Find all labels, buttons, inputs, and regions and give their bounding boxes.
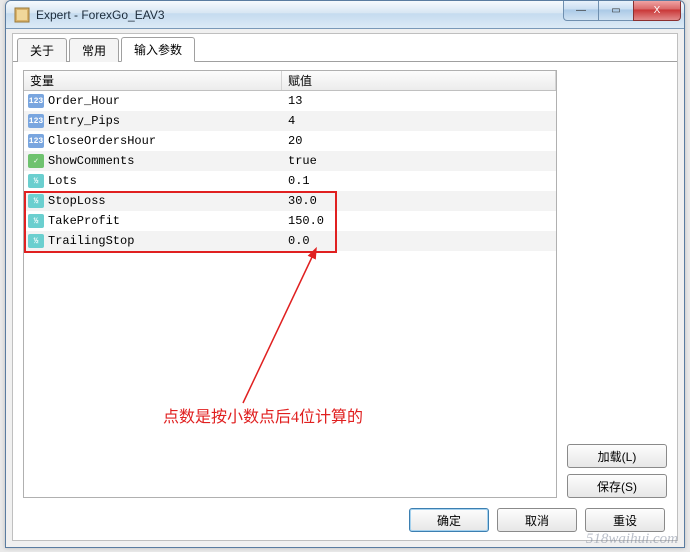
int-type-icon: 123 [28, 134, 44, 148]
param-value[interactable]: 0.1 [282, 171, 556, 191]
dbl-type-icon: ½ [28, 194, 44, 208]
annotation-text: 点数是按小数点后4位计算的 [163, 403, 363, 427]
param-value[interactable]: true [282, 151, 556, 171]
window-title: Expert - ForexGo_EAV3 [36, 8, 165, 22]
grid-header: 变量 赋值 [24, 71, 556, 91]
param-value[interactable]: 4 [282, 111, 556, 131]
param-name: Lots [48, 174, 77, 188]
cancel-button[interactable]: 取消 [497, 508, 577, 532]
param-name: TrailingStop [48, 234, 134, 248]
parameters-grid[interactable]: 变量 赋值 123 Order_Hour 13 123 Entry_Pips 4 123 Cl… [23, 70, 557, 498]
inputs-pane: 变量 赋值 123 Order_Hour 13 123 Entry_Pips 4 123 Cl… [23, 70, 667, 498]
param-value[interactable]: 20 [282, 131, 556, 151]
int-type-icon: 123 [28, 114, 44, 128]
tab-common[interactable]: 常用 [69, 38, 119, 62]
param-value[interactable]: 13 [282, 91, 556, 111]
expert-dialog: Expert - ForexGo_EAV3 — ▭ X 关于 常用 输入参数 变… [5, 0, 685, 548]
dbl-type-icon: ½ [28, 174, 44, 188]
param-row[interactable]: 123 CloseOrdersHour 20 [24, 131, 556, 151]
dialog-buttons: 确定 取消 重设 [409, 508, 665, 532]
dbl-type-icon: ½ [28, 214, 44, 228]
int-type-icon: 123 [28, 94, 44, 108]
tab-inputs[interactable]: 输入参数 [121, 37, 195, 62]
param-row[interactable]: 123 Entry_Pips 4 [24, 111, 556, 131]
param-name: TakeProfit [48, 214, 120, 228]
param-value[interactable]: 30.0 [282, 191, 556, 211]
param-name: CloseOrdersHour [48, 134, 156, 148]
load-button[interactable]: 加载(L) [567, 444, 667, 468]
param-name: StopLoss [48, 194, 106, 208]
param-row[interactable]: 123 Order_Hour 13 [24, 91, 556, 111]
reset-button[interactable]: 重设 [585, 508, 665, 532]
tab-about[interactable]: 关于 [17, 38, 67, 62]
minimize-button[interactable]: — [563, 1, 599, 21]
param-value[interactable]: 150.0 [282, 211, 556, 231]
ok-button[interactable]: 确定 [409, 508, 489, 532]
param-row[interactable]: ✓ ShowComments true [24, 151, 556, 171]
client-area: 关于 常用 输入参数 变量 赋值 123 Order_Hour 13 123 Entry… [12, 33, 678, 541]
dbl-type-icon: ½ [28, 234, 44, 248]
param-name: Order_Hour [48, 94, 120, 108]
save-button[interactable]: 保存(S) [567, 474, 667, 498]
app-icon [14, 7, 30, 23]
header-variable[interactable]: 变量 [24, 71, 282, 90]
bool-type-icon: ✓ [28, 154, 44, 168]
maximize-button[interactable]: ▭ [598, 1, 634, 21]
header-value[interactable]: 赋值 [282, 71, 556, 90]
param-name: ShowComments [48, 154, 134, 168]
param-row[interactable]: ½ Lots 0.1 [24, 171, 556, 191]
param-name: Entry_Pips [48, 114, 120, 128]
tab-bar: 关于 常用 输入参数 [13, 38, 677, 62]
param-row[interactable]: ½ TakeProfit 150.0 [24, 211, 556, 231]
titlebar[interactable]: Expert - ForexGo_EAV3 — ▭ X [6, 1, 684, 29]
param-row[interactable]: ½ StopLoss 30.0 [24, 191, 556, 211]
close-button[interactable]: X [633, 1, 681, 21]
param-value[interactable]: 0.0 [282, 231, 556, 251]
param-row[interactable]: ½ TrailingStop 0.0 [24, 231, 556, 251]
